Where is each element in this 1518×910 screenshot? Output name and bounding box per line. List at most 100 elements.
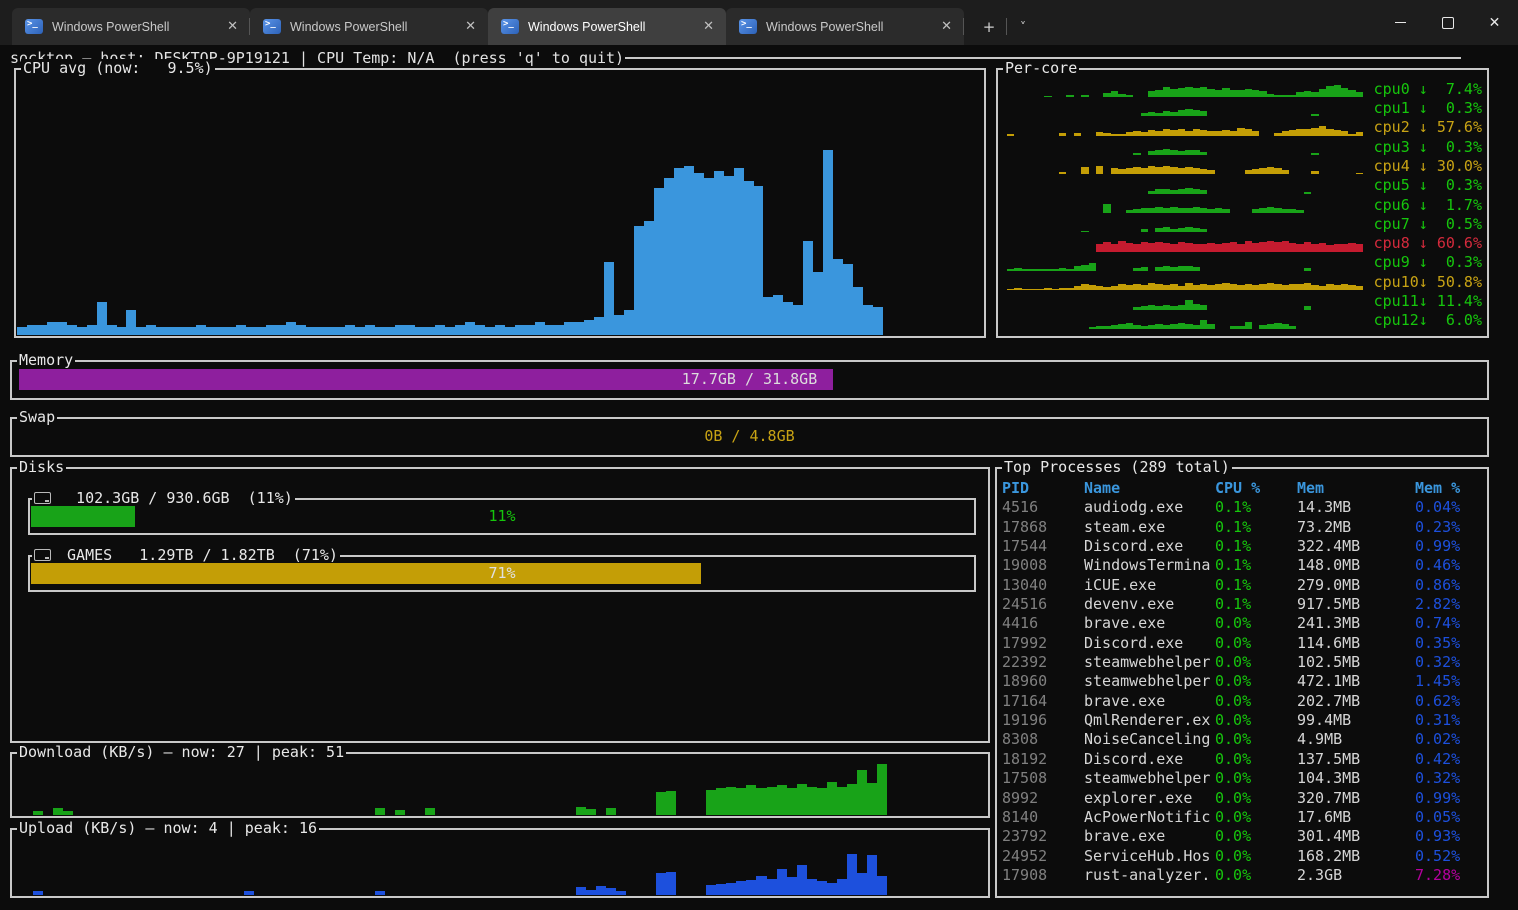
tab-divider xyxy=(963,18,964,35)
download-bar xyxy=(736,788,746,815)
core-spark-bar xyxy=(1155,267,1162,271)
memory-bar: 17.7GB / 31.8GB xyxy=(19,369,1480,390)
core-spark-bar xyxy=(1052,289,1059,291)
download-chart xyxy=(13,764,987,815)
process-cpu: 0.0% xyxy=(1215,750,1297,769)
download-bar xyxy=(756,788,766,815)
tab-close-button[interactable]: ✕ xyxy=(227,19,238,34)
core-spark-bar xyxy=(1326,245,1333,252)
process-mem-pct: 0.46% xyxy=(1415,556,1483,575)
maximize-button[interactable] xyxy=(1424,0,1471,45)
tab-close-button[interactable]: ✕ xyxy=(941,19,952,34)
core-spark-bar xyxy=(1133,268,1140,271)
core-label-cpu11: cpu11↓ 11.4% xyxy=(1368,292,1482,310)
cpu-avg-bar xyxy=(117,327,127,335)
process-pid: 22392 xyxy=(1002,653,1084,672)
cpu-avg-bar xyxy=(246,327,256,335)
process-mem: 137.5MB xyxy=(1297,750,1415,769)
core-spark-bar xyxy=(1215,244,1222,252)
core-spark-bar xyxy=(1274,323,1281,329)
process-mem: 14.3MB xyxy=(1297,498,1415,517)
tab-windows-powershell-4[interactable]: >_Windows PowerShell✕ xyxy=(726,8,964,45)
tab-close-button[interactable]: ✕ xyxy=(703,19,714,34)
core-spark-bar xyxy=(1044,288,1051,290)
core-spark-bar xyxy=(1274,208,1281,213)
core-spark-bar xyxy=(1274,242,1281,251)
core-spark-bar xyxy=(1029,289,1036,290)
tab-dropdown-button[interactable]: ˅ xyxy=(1008,8,1038,45)
core-spark-bar xyxy=(1282,131,1289,136)
core-spark-bar xyxy=(1207,209,1214,213)
core-spark-bar xyxy=(1304,242,1311,251)
core-spark-bar xyxy=(1044,96,1051,97)
process-pid: 4416 xyxy=(1002,614,1084,633)
core-spark-bar xyxy=(1066,288,1073,291)
core-spark-bar xyxy=(1163,266,1170,271)
process-mem: 202.7MB xyxy=(1297,692,1415,711)
process-pid: 18192 xyxy=(1002,750,1084,769)
core-spark-bar xyxy=(1185,150,1192,155)
cpu-avg-bar xyxy=(614,315,624,335)
core-spark-bar xyxy=(1267,241,1274,252)
core-spark-bar xyxy=(1111,168,1118,174)
core-spark-bar xyxy=(1319,243,1326,252)
cpu-avg-bar xyxy=(415,327,425,335)
core-spark-bar xyxy=(1155,150,1162,155)
process-row: 17164brave.exe0.0%202.7MB0.62% xyxy=(1002,692,1483,711)
core-spark-bar xyxy=(1237,90,1244,97)
cpu-avg-bar xyxy=(704,178,714,335)
core-spark-bar xyxy=(1304,129,1311,135)
core-spark-bar xyxy=(1148,130,1155,136)
memory-panel: Memory 17.7GB / 31.8GB xyxy=(10,360,1489,400)
process-pid: 17908 xyxy=(1002,866,1084,885)
cpu-avg-bar xyxy=(87,325,97,335)
core-spark-bar xyxy=(1111,134,1118,136)
core-spark-bar xyxy=(1178,151,1185,155)
cpu-avg-bar xyxy=(863,305,873,335)
cpu-avg-bar xyxy=(634,226,644,335)
disk-c-gauge: 102.3GB / 930.6GB (11%) 11% xyxy=(28,498,976,535)
download-bar xyxy=(63,811,73,815)
process-mem-pct: 0.31% xyxy=(1415,711,1483,730)
core-spark-bar xyxy=(1126,243,1133,252)
tab-windows-powershell-3[interactable]: >_Windows PowerShell✕ xyxy=(488,8,726,45)
new-tab-button[interactable]: + xyxy=(974,8,1004,45)
process-mem-pct: 0.04% xyxy=(1415,498,1483,517)
cpu-avg-bar xyxy=(306,327,316,335)
core-spark-bar xyxy=(1193,168,1200,174)
process-name: brave.exe xyxy=(1084,692,1215,711)
process-pid: 17544 xyxy=(1002,537,1084,556)
core-spark-bar xyxy=(1356,132,1363,135)
core-spark-bar xyxy=(1111,286,1118,291)
upload-bar xyxy=(787,877,797,895)
core-spark-bar xyxy=(1215,90,1222,98)
tab-windows-powershell-2[interactable]: >_Windows PowerShell✕ xyxy=(250,8,488,45)
tab-windows-powershell-1[interactable]: >_Windows PowerShell✕ xyxy=(12,8,250,45)
column-header: Mem % xyxy=(1415,479,1483,498)
core-sparkline-cpu2 xyxy=(1007,119,1363,136)
upload-bar xyxy=(716,884,726,895)
cpu-avg-bar xyxy=(316,327,326,335)
cpu-avg-chart xyxy=(17,82,983,335)
core-spark-bar xyxy=(1178,208,1185,213)
core-spark-bar xyxy=(1141,229,1148,232)
tab-close-button[interactable]: ✕ xyxy=(465,19,476,34)
cpu-avg-bar xyxy=(535,322,545,335)
core-spark-bar xyxy=(1215,131,1222,136)
core-spark-bar xyxy=(1252,131,1259,136)
cpu-avg-bar xyxy=(833,259,843,335)
process-name: Discord.exe xyxy=(1084,750,1215,769)
core-spark-bar xyxy=(1118,169,1125,174)
process-mem: 104.3MB xyxy=(1297,769,1415,788)
cpu-avg-bar xyxy=(425,327,435,335)
process-row: 4516audiodg.exe0.1%14.3MB0.04% xyxy=(1002,498,1483,517)
core-spark-bar xyxy=(1148,325,1155,329)
core-spark-bar xyxy=(1170,284,1177,290)
cpu-avg-bar xyxy=(714,171,724,335)
core-spark-bar xyxy=(1133,153,1140,156)
core-spark-bar xyxy=(1155,242,1162,252)
upload-panel: Upload (KB/s) — now: 4 | peak: 16 xyxy=(10,828,990,898)
cpu-avg-bar xyxy=(405,325,415,335)
minimize-button[interactable] xyxy=(1377,0,1424,45)
close-window-button[interactable]: ✕ xyxy=(1471,0,1518,45)
